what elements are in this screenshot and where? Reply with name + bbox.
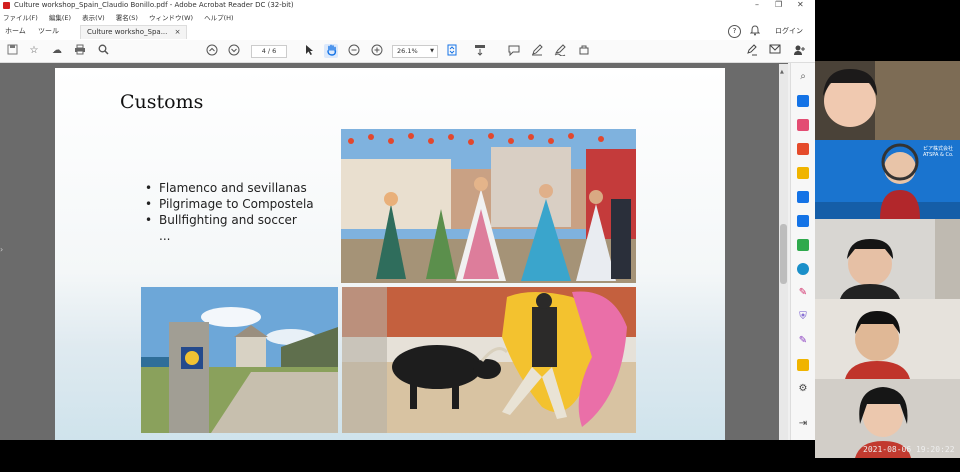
vertical-scrollbar[interactable]: ▲ bbox=[779, 64, 788, 440]
print-icon[interactable] bbox=[73, 44, 87, 58]
zoom-in-icon[interactable] bbox=[370, 44, 384, 58]
share-user-icon[interactable] bbox=[792, 44, 806, 58]
next-page-icon[interactable] bbox=[227, 44, 241, 58]
acrobat-logo-icon bbox=[3, 2, 10, 9]
page-number-input[interactable]: 4 / 6 bbox=[251, 45, 287, 58]
request-signature-icon[interactable]: ✎ bbox=[797, 335, 809, 347]
menu-view[interactable]: 表示(V) bbox=[82, 14, 105, 22]
hand-tool-icon[interactable] bbox=[324, 44, 338, 58]
slide-title: Customs bbox=[120, 91, 204, 113]
login-button[interactable]: ログイン bbox=[775, 26, 803, 36]
pen-icon[interactable] bbox=[530, 44, 544, 58]
fill-sign-tool-icon[interactable]: ✎ bbox=[797, 287, 809, 299]
scroll-up-icon[interactable]: ▲ bbox=[780, 69, 784, 75]
chevron-down-icon: ▼ bbox=[430, 48, 434, 54]
minimize-button[interactable]: – bbox=[755, 0, 759, 9]
tab-close-button[interactable]: × bbox=[175, 28, 181, 36]
organize-pages-icon[interactable] bbox=[797, 215, 809, 227]
select-cursor-icon[interactable] bbox=[302, 44, 316, 58]
participant-video-3 bbox=[815, 219, 960, 299]
bell-icon[interactable] bbox=[749, 25, 761, 38]
tab-bar: ホーム ツール Culture worksho_Spa... × ? ログイン bbox=[0, 23, 815, 41]
participant-video-1 bbox=[815, 61, 960, 140]
export-pdf-icon[interactable] bbox=[797, 95, 809, 107]
bullet-list: Flamenco and sevillanas Pilgrimage to Co… bbox=[145, 180, 314, 244]
comment-icon[interactable] bbox=[507, 44, 521, 58]
tab-document[interactable]: Culture worksho_Spa... × bbox=[80, 25, 188, 39]
fill-sign-icon[interactable] bbox=[745, 44, 759, 58]
save-icon[interactable] bbox=[5, 44, 19, 58]
email-icon[interactable] bbox=[768, 44, 782, 58]
expand-left-pane-icon[interactable]: › bbox=[0, 245, 3, 254]
wrench-icon[interactable]: ⚙ bbox=[797, 383, 809, 395]
menu-window[interactable]: ウィンドウ(W) bbox=[149, 14, 193, 22]
edit-pdf-icon[interactable] bbox=[797, 143, 809, 155]
create-pdf-icon[interactable] bbox=[797, 119, 809, 131]
search-icon[interactable] bbox=[96, 44, 110, 58]
scan-ocr-icon[interactable] bbox=[797, 263, 809, 275]
scrollbar-thumb[interactable] bbox=[780, 224, 787, 284]
bullfighting-photo bbox=[342, 287, 636, 433]
menu-file[interactable]: ファイル(F) bbox=[3, 14, 38, 22]
participant-video-2: ピア株式会社 ATSPA & Co. bbox=[815, 140, 960, 219]
bullet-ellipsis: ... bbox=[159, 229, 171, 243]
search-icon[interactable]: ⌕ bbox=[797, 71, 809, 83]
tab-tools[interactable]: ツール bbox=[38, 25, 59, 38]
comment-tool-icon[interactable] bbox=[797, 167, 809, 179]
menu-edit[interactable]: 編集(E) bbox=[49, 14, 71, 22]
title-bar: Culture workshop_Spain_Claudio Bonillo.p… bbox=[0, 0, 815, 12]
star-icon[interactable]: ☆ bbox=[27, 44, 41, 58]
stamp-icon[interactable] bbox=[577, 44, 591, 58]
upload-cloud-icon[interactable]: ☁ bbox=[50, 44, 64, 58]
company-banner-text: ピア株式会社 ATSPA & Co. bbox=[923, 146, 954, 158]
compostela-photo bbox=[141, 287, 338, 433]
flamenco-photo bbox=[341, 129, 636, 283]
tab-home[interactable]: ホーム bbox=[5, 25, 26, 38]
acrobat-window: Culture workshop_Spain_Claudio Bonillo.p… bbox=[0, 0, 815, 440]
tools-pane: ⌕ ✎ ⛨ ✎ ⚙ ⇥ bbox=[790, 63, 815, 440]
menu-sign[interactable]: 署名(S) bbox=[116, 14, 138, 22]
scroll-mode-icon[interactable] bbox=[473, 44, 487, 58]
bullet-item: Pilgrimage to Compostela bbox=[145, 196, 314, 212]
protect-icon[interactable]: ⛨ bbox=[797, 311, 809, 323]
video-timestamp: 2021-08-06 19:20:22 bbox=[863, 445, 955, 454]
compress-pdf-icon[interactable] bbox=[797, 239, 809, 251]
combine-files-icon[interactable] bbox=[797, 191, 809, 203]
window-title: Culture workshop_Spain_Claudio Bonillo.p… bbox=[14, 1, 294, 9]
menu-help[interactable]: ヘルプ(H) bbox=[204, 14, 233, 22]
bullet-item: Bullfighting and soccer bbox=[145, 212, 314, 228]
page-fit-icon[interactable] bbox=[445, 44, 459, 58]
sign-icon[interactable] bbox=[553, 44, 567, 58]
collapse-pane-icon[interactable]: ⇥ bbox=[797, 418, 809, 430]
tab-document-label: Culture worksho_Spa... bbox=[87, 28, 168, 36]
more-tools-icon[interactable] bbox=[797, 359, 809, 371]
bullet-item: Flamenco and sevillanas bbox=[145, 180, 314, 196]
zoom-value: 26.1% bbox=[397, 47, 418, 55]
participant-video-4 bbox=[815, 299, 960, 379]
menu-bar: ファイル(F) 編集(E) 表示(V) 署名(S) ウィンドウ(W) ヘルプ(H… bbox=[0, 12, 815, 23]
slide-page: Customs Flamenco and sevillanas Pilgrima… bbox=[55, 68, 725, 440]
help-icon[interactable]: ? bbox=[728, 25, 741, 38]
prev-page-icon[interactable] bbox=[205, 44, 219, 58]
maximize-button[interactable]: ❐ bbox=[775, 0, 782, 9]
page-total: / 6 bbox=[267, 47, 277, 55]
zoom-level-select[interactable]: 26.1% ▼ bbox=[392, 45, 438, 58]
main-toolbar: ☆ ☁ 4 / 6 26.1% ▼ bbox=[0, 40, 815, 63]
close-window-button[interactable]: ✕ bbox=[797, 0, 804, 9]
zoom-out-icon[interactable] bbox=[347, 44, 361, 58]
page-current: 4 bbox=[261, 47, 266, 55]
